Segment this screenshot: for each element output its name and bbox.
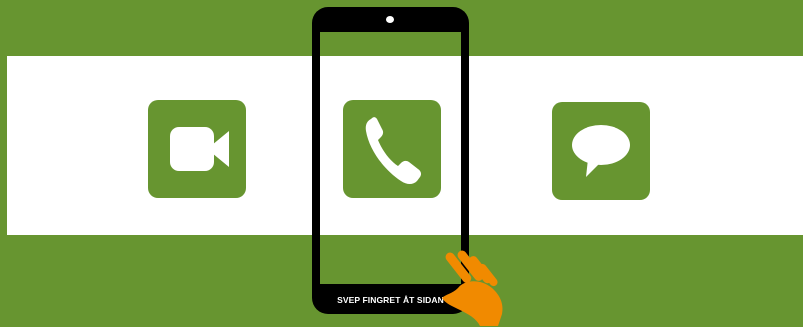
phone-left-bezel bbox=[312, 31, 320, 291]
video-call-app-button[interactable] bbox=[148, 100, 246, 198]
video-camera-icon bbox=[170, 127, 229, 171]
message-app-button[interactable] bbox=[552, 102, 650, 200]
swiping-hand-icon bbox=[442, 250, 503, 326]
front-camera-icon bbox=[386, 16, 394, 23]
speech-bubble-icon bbox=[572, 125, 630, 177]
